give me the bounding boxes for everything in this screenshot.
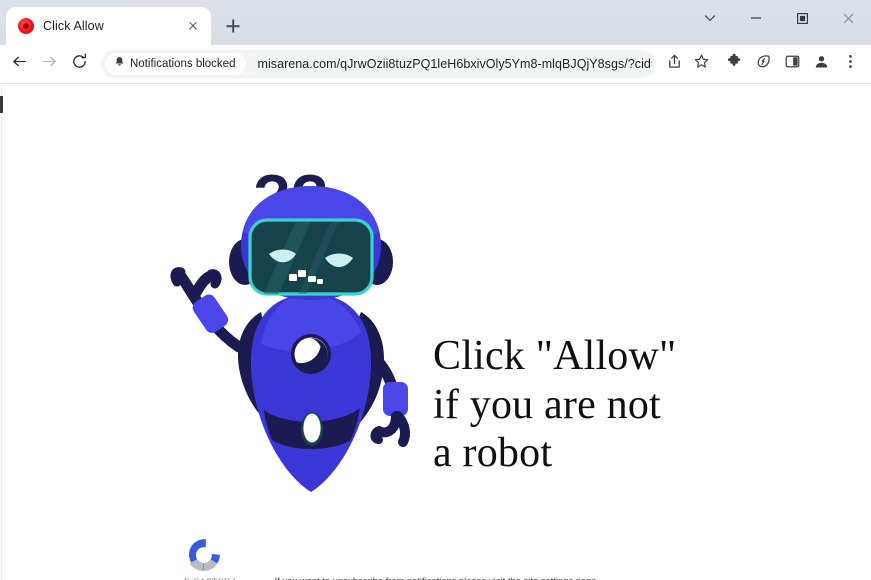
- browser-window: Click Allow Notifications blocked misare…: [0, 0, 871, 580]
- forward-button: [34, 49, 64, 79]
- back-arrow-icon: [11, 53, 28, 75]
- robot-left-arm: [170, 267, 245, 353]
- notifications-blocked-label: Notifications blocked: [130, 58, 236, 70]
- profile-button[interactable]: [807, 50, 836, 79]
- page-headline: Click "Allow" if you are not a robot: [433, 332, 733, 478]
- side-panel-button[interactable]: [778, 50, 807, 79]
- maximize-button[interactable]: [779, 0, 825, 36]
- minimize-button[interactable]: [733, 0, 779, 36]
- headline-line-3: a robot: [433, 430, 553, 476]
- brand-logo-block: E-CAPTCHA: [183, 535, 253, 580]
- side-panel-icon: [784, 53, 801, 75]
- minimize-icon: [750, 12, 762, 24]
- address-bar[interactable]: Notifications blocked misarena.com/qJrwO…: [101, 50, 656, 78]
- share-icon: [666, 53, 683, 75]
- share-button[interactable]: [661, 50, 687, 79]
- chevron-down-icon: [703, 11, 717, 25]
- extensions-button[interactable]: [720, 50, 749, 79]
- new-tab-button[interactable]: [219, 12, 247, 40]
- reload-icon: [71, 53, 88, 75]
- tab-close-icon[interactable]: [183, 16, 203, 36]
- profile-avatar-icon: [813, 53, 830, 75]
- browser-tab[interactable]: Click Allow: [6, 7, 211, 45]
- headline-line-1: Click "Allow": [433, 333, 677, 379]
- page-footer-clipped: If you want to unsubscribe from notifica…: [0, 576, 871, 580]
- back-button[interactable]: [4, 49, 34, 79]
- headline-line-2: if you are not: [433, 381, 661, 428]
- confused-robot-illustration: ??: [165, 162, 430, 522]
- maximize-icon: [796, 12, 809, 25]
- browser-toolbar: Notifications blocked misarena.com/qJrwO…: [0, 45, 871, 83]
- url-text: misarena.com/qJrwOzii8tuzPQ1leH6bxivOly5…: [257, 57, 652, 71]
- performance-button[interactable]: [749, 50, 778, 79]
- captcha-hero-section: ??: [0, 84, 871, 580]
- close-button[interactable]: [825, 0, 871, 36]
- window-controls: [687, 0, 871, 36]
- reload-button[interactable]: [64, 49, 94, 79]
- tab-title: Click Allow: [43, 19, 104, 33]
- bookmark-button[interactable]: [687, 50, 716, 79]
- bell-blocked-icon: [114, 55, 125, 73]
- forward-arrow-icon: [41, 53, 58, 75]
- extensions-puzzle-icon: [726, 53, 743, 75]
- tab-favicon-icon: [18, 18, 34, 34]
- three-dot-menu-icon: [842, 53, 859, 75]
- tab-strip: Click Allow: [0, 0, 871, 45]
- footer-text: If you want to unsubscribe from notifica…: [0, 576, 871, 580]
- bookmark-star-icon: [693, 53, 710, 75]
- tab-search-button[interactable]: [687, 0, 733, 36]
- web-page-content: ??: [0, 84, 871, 580]
- leaf-performance-icon: [755, 53, 772, 75]
- close-icon: [842, 12, 855, 25]
- robot-head: [241, 186, 381, 300]
- page-viewport: ??: [0, 83, 871, 580]
- browser-menu-button[interactable]: [836, 50, 865, 79]
- robot-chest-light: [291, 334, 331, 374]
- c-letter-logo-icon: [183, 535, 253, 575]
- notifications-blocked-chip[interactable]: Notifications blocked: [105, 53, 247, 75]
